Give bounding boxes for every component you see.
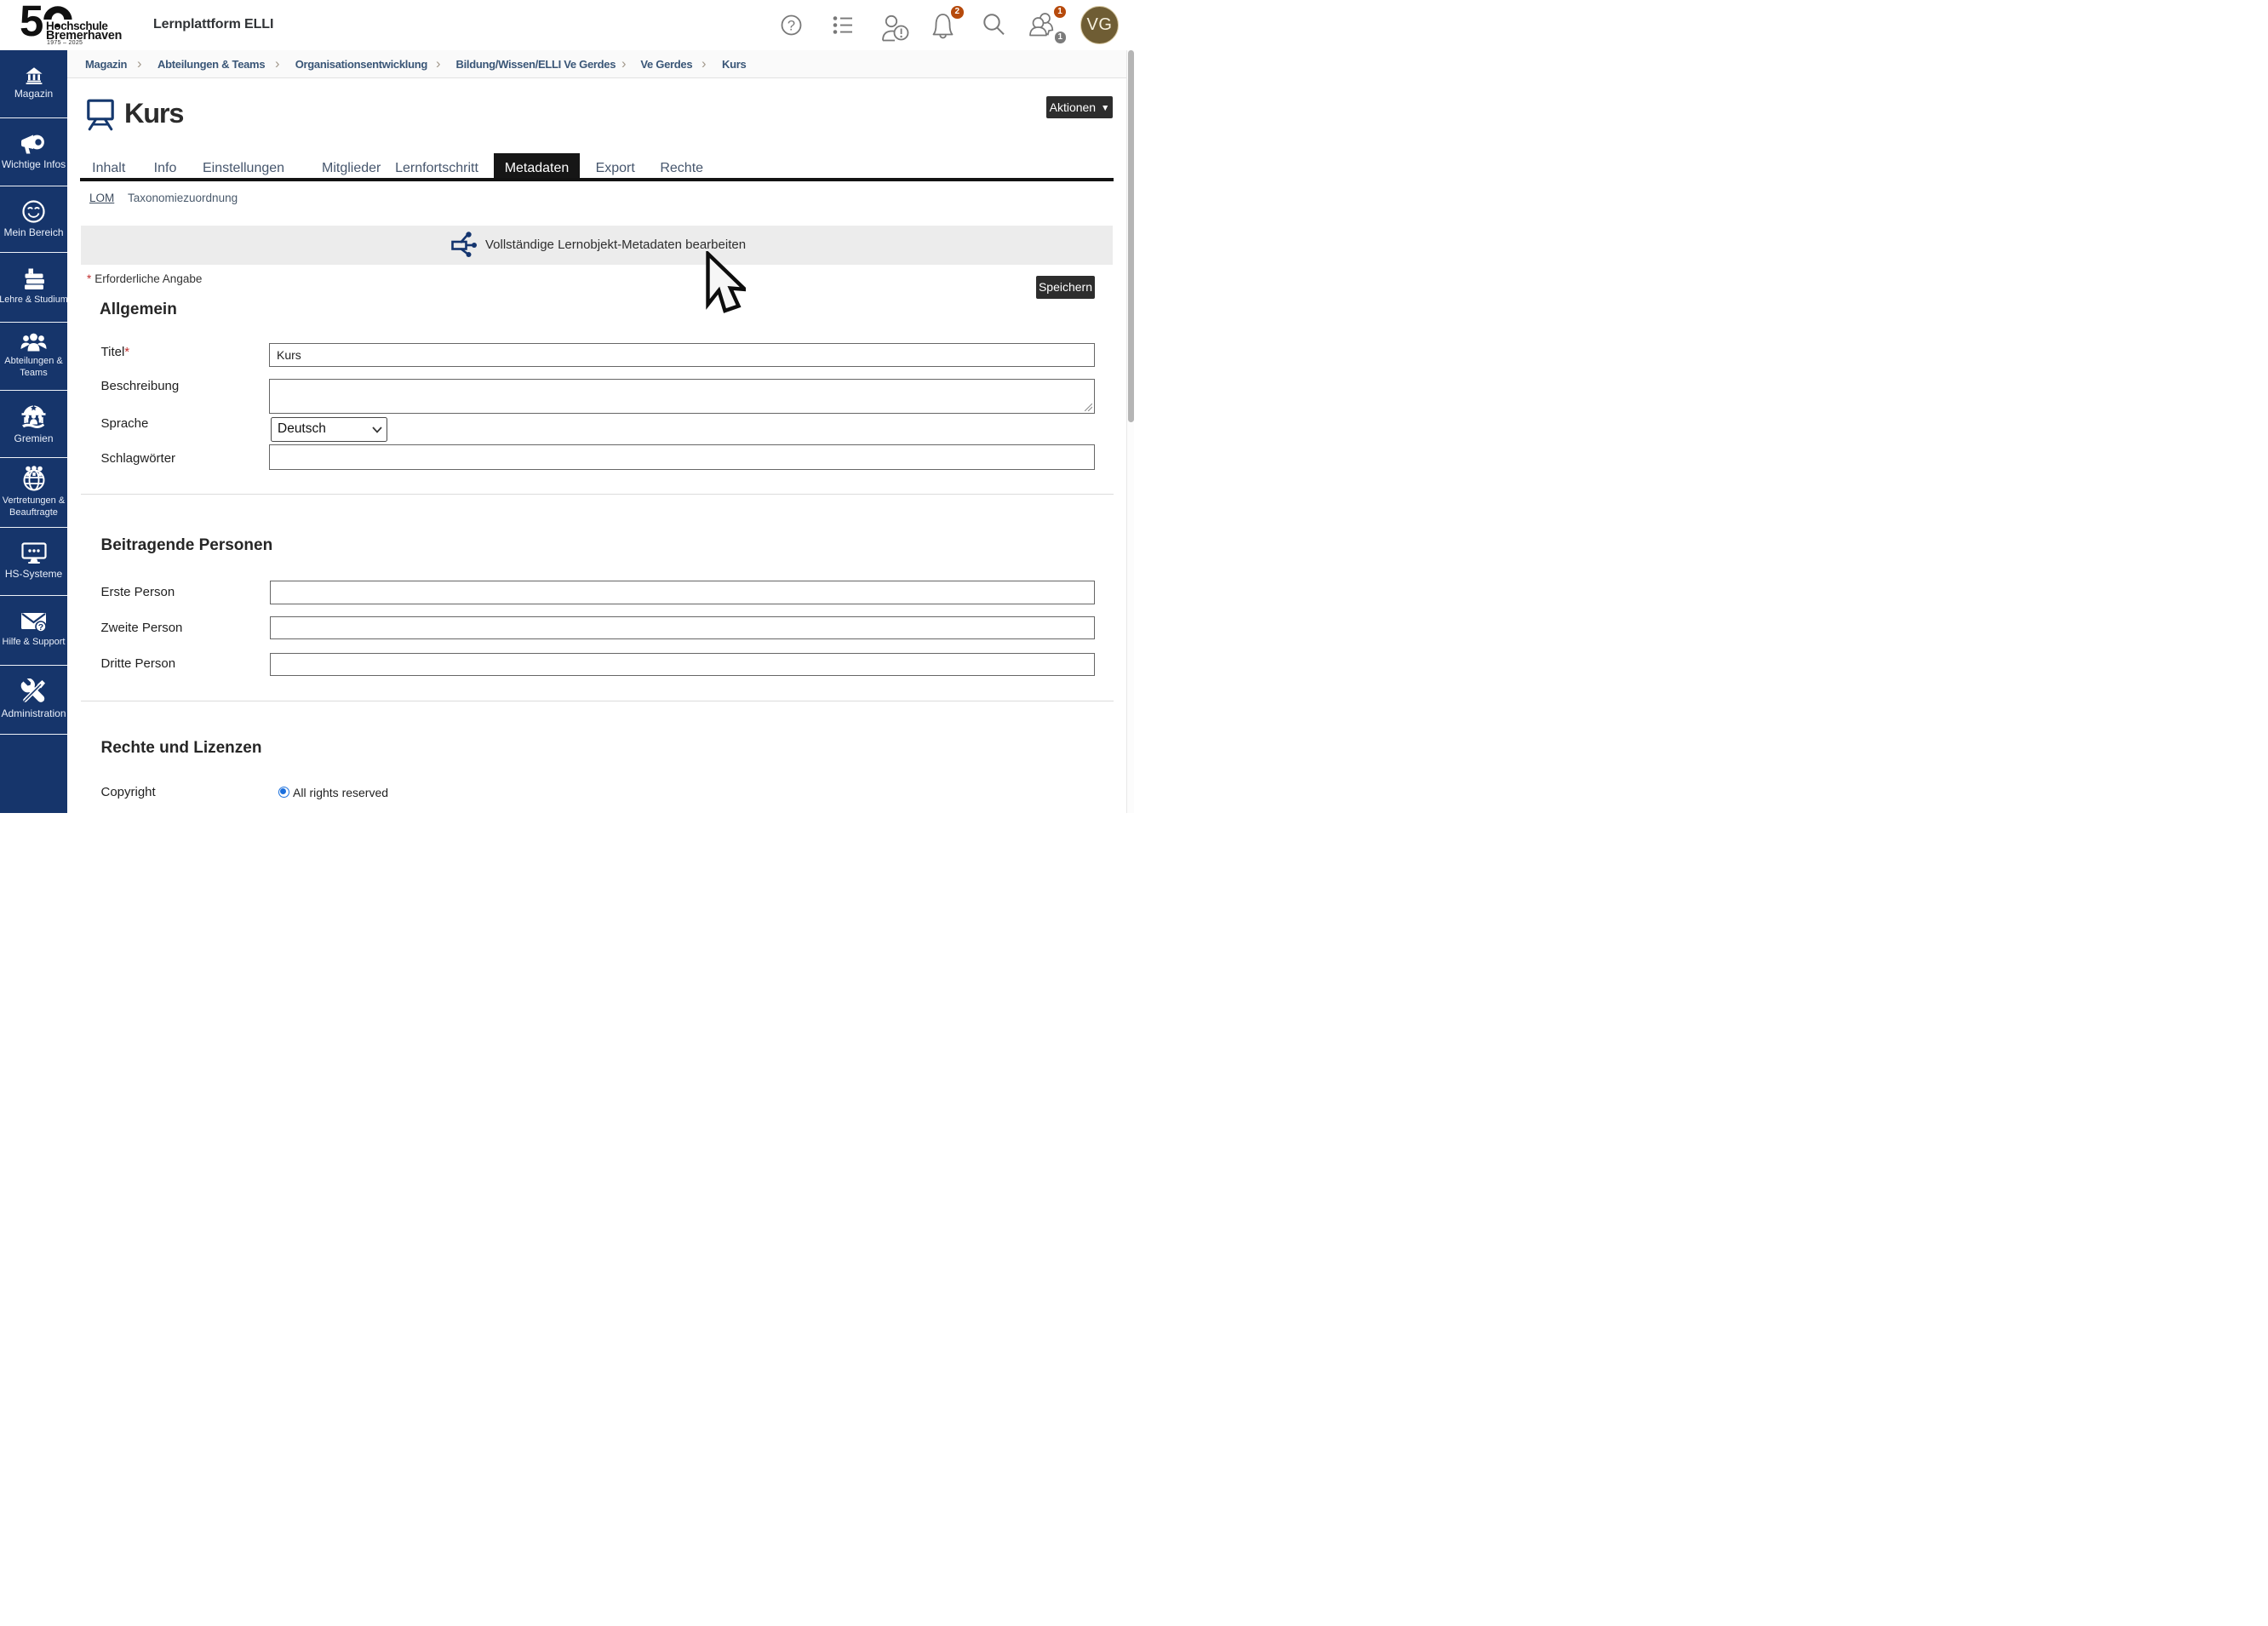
svg-text:?: ? [788, 19, 795, 34]
svg-text:?: ? [38, 622, 43, 633]
